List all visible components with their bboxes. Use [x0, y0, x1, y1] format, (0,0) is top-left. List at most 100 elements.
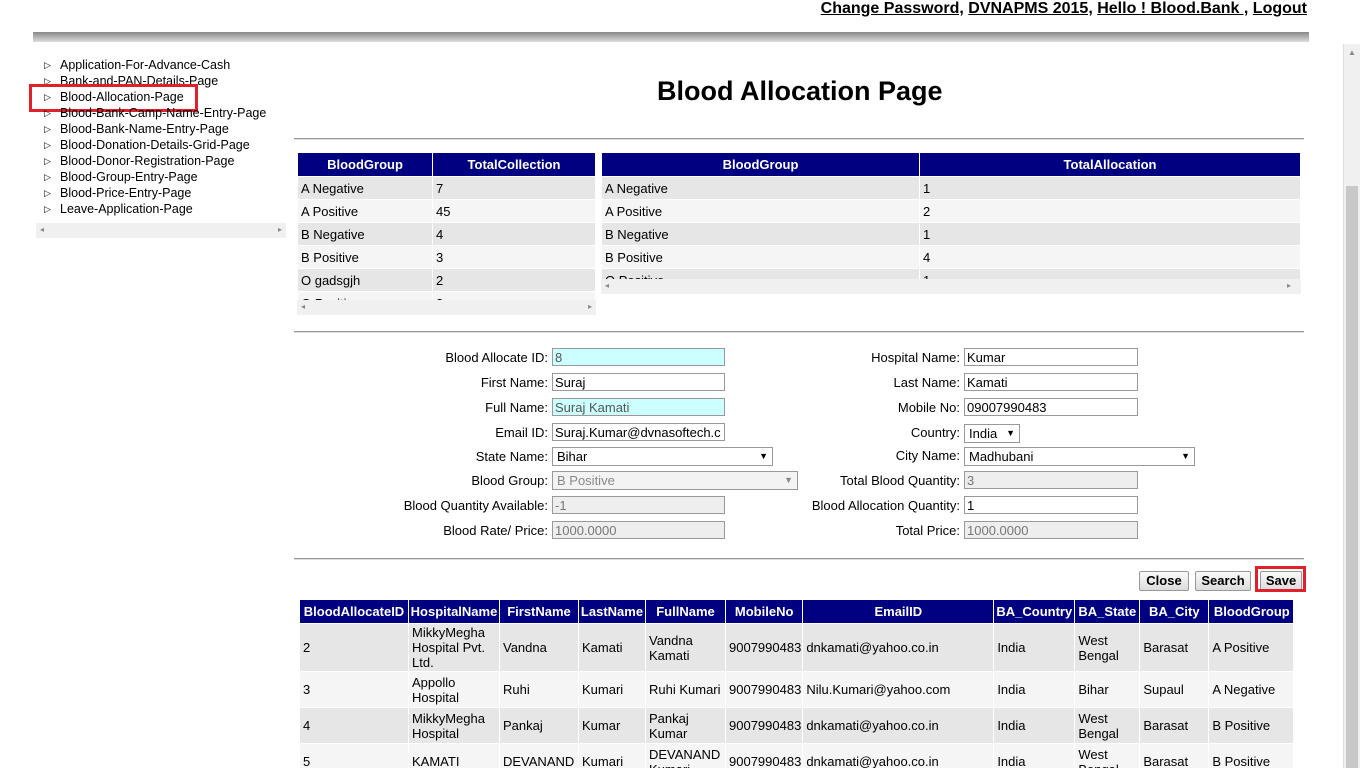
table-row[interactable]: 2 MikkyMegha Hospital Pvt. Ltd. Vandna Kama… — [299, 623, 1293, 672]
expand-triangle-icon: ▷ — [44, 204, 51, 214]
sidebar-item-donation-details[interactable]: ▷ Blood-Donation-Details-Grid-Page — [36, 137, 286, 153]
table-row: A Positive 2 — [601, 199, 1301, 223]
scroll-thumb[interactable] — [1346, 186, 1358, 768]
city-name-select[interactable]: Madhubani ▼ — [964, 447, 1195, 466]
divider — [294, 331, 1304, 333]
page-title: Blood Allocation Page — [657, 76, 943, 106]
first-name-label: First Name: — [480, 375, 548, 390]
table-row: B Negative 1 — [601, 222, 1301, 246]
highlight-box — [1255, 566, 1306, 592]
scroll-left-icon[interactable]: ◂ — [301, 302, 305, 311]
total-blood-qty-input[interactable]: 3 — [964, 471, 1138, 489]
scroll-right-icon[interactable]: ▸ — [1287, 281, 1291, 290]
country-label: Country: — [910, 425, 960, 440]
chevron-down-icon: ▼ — [1181, 451, 1190, 461]
allocation-hscrollbar[interactable]: ◂ ▸ — [601, 279, 1301, 294]
sidebar-item-price-entry[interactable]: ▷ Blood-Price-Entry-Page — [36, 185, 286, 201]
sidebar-item-camp-name[interactable]: ▷ Blood-Bank-Camp-Name-Entry-Page — [36, 105, 286, 121]
sidebar-item-bank-name[interactable]: ▷ Blood-Bank-Name-Entry-Page — [36, 121, 286, 137]
blood-allocate-id-label: Blood Allocate ID: — [445, 350, 548, 365]
app-title-link[interactable]: DVNAPMS 2015, — [968, 0, 1093, 17]
mobile-no-input[interactable]: 09007990483 — [964, 398, 1138, 416]
first-name-input[interactable]: Suraj — [552, 373, 725, 391]
expand-triangle-icon: ▷ — [44, 124, 51, 134]
table-row: B Positive 3 — [297, 245, 596, 269]
state-name-label: State Name: — [475, 449, 548, 464]
expand-triangle-icon: ▷ — [44, 140, 51, 150]
scroll-right-icon[interactable]: ▸ — [278, 225, 282, 234]
total-price-input[interactable]: 1000.0000 — [964, 521, 1138, 539]
column-header[interactable]: FirstName — [499, 599, 579, 624]
column-header[interactable]: BA_State — [1074, 599, 1141, 624]
table-row: A Negative 7 — [297, 176, 596, 200]
column-header[interactable]: TotalAllocation — [919, 152, 1301, 177]
blood-alloc-qty-label: Blood Allocation Quantity: — [811, 498, 960, 513]
hello-user-link[interactable]: Hello ! Blood.Bank , — [1097, 0, 1248, 17]
divider — [294, 558, 1304, 560]
table-row: A Positive 45 — [297, 199, 596, 223]
last-name-label: Last Name: — [893, 375, 960, 390]
scroll-left-icon[interactable]: ◂ — [40, 225, 44, 234]
column-header[interactable]: BA_City — [1139, 599, 1210, 624]
sidebar-item-blood-allocation[interactable]: ▷ Blood-Allocation-Page — [29, 84, 286, 112]
sidebar-item-advance-cash[interactable]: ▷ Application-For-Advance-Cash — [36, 57, 286, 73]
expand-triangle-icon: ▷ — [44, 172, 51, 182]
column-header[interactable]: MobileNo — [724, 599, 804, 624]
sidebar-item-donor-registration[interactable]: ▷ Blood-Donor-Registration-Page — [36, 153, 286, 169]
blood-allocate-id-input[interactable]: 8 — [552, 348, 725, 366]
full-name-input[interactable]: Suraj Kamati — [552, 398, 725, 416]
blood-qty-available-input[interactable]: -1 — [552, 496, 725, 514]
column-header[interactable]: EmailID — [802, 599, 995, 624]
top-links: Change Password, DVNAPMS 2015, Hello ! B… — [821, 0, 1307, 18]
column-header[interactable]: BloodAllocateID — [299, 599, 409, 624]
collection-hscrollbar[interactable]: ◂ ▸ — [297, 300, 596, 315]
search-button[interactable]: Search — [1195, 571, 1251, 591]
column-header[interactable]: BloodGroup — [297, 152, 433, 177]
state-name-select[interactable]: Bihar ▼ — [552, 447, 773, 466]
email-id-input[interactable]: Suraj.Kumar@dvnasoftech.c — [552, 423, 725, 441]
scroll-left-icon[interactable]: ◂ — [605, 281, 609, 290]
last-name-input[interactable]: Kamati — [964, 373, 1138, 391]
total-price-label: Total Price: — [895, 523, 960, 538]
table-row: O gadsgjh 2 — [297, 268, 596, 292]
column-header[interactable]: BA_Country — [993, 599, 1076, 624]
table-row[interactable]: 5KAMATIDEVANANDKumariDEVANAND Kumari9007… — [299, 743, 1293, 768]
mobile-no-label: Mobile No: — [897, 400, 960, 415]
allocation-records-table: BloodAllocateID HospitalName FirstName L… — [299, 599, 1293, 768]
blood-alloc-qty-input[interactable]: 1 — [964, 496, 1138, 514]
sidebar-item-leave-application[interactable]: ▷ Leave-Application-Page — [36, 201, 286, 217]
scroll-up-icon[interactable]: ▲ — [1348, 48, 1356, 57]
table-row[interactable]: 4 MikkyMegha Hospital Pankaj Kumar Pankaj Ku… — [299, 707, 1293, 744]
column-header[interactable]: BloodGroup — [1208, 599, 1293, 624]
column-header[interactable]: LastName — [578, 599, 646, 624]
allocation-table: BloodGroup TotalAllocation A Negative 1 A… — [601, 152, 1301, 292]
column-header[interactable]: TotalCollection — [432, 152, 596, 177]
logout-link[interactable]: Logout — [1253, 0, 1307, 17]
column-header[interactable]: HospitalName — [408, 599, 500, 624]
page-scrollbar[interactable]: ▲ — [1343, 44, 1360, 768]
table-row[interactable]: 3 Appollo Hospital Ruhi Kumari Ruhi Kumari 90… — [299, 671, 1293, 708]
sidebar-item-group-entry[interactable]: ▷ Blood-Group-Entry-Page — [36, 169, 286, 185]
close-button[interactable]: Close — [1139, 571, 1189, 591]
expand-triangle-icon: ▷ — [44, 188, 51, 198]
blood-group-label: Blood Group: — [471, 473, 548, 488]
table-row: B Positive 4 — [601, 245, 1301, 269]
city-name-label: City Name: — [895, 448, 960, 463]
hospital-name-label: Hospital Name: — [871, 350, 960, 365]
column-header[interactable]: FullName — [645, 599, 726, 624]
collection-table: BloodGroup TotalCollection A Negative 7 A… — [297, 152, 596, 315]
blood-rate-label: Blood Rate/ Price: — [443, 523, 548, 538]
expand-triangle-icon: ▷ — [44, 156, 51, 166]
change-password-link[interactable]: Change Password, — [821, 0, 964, 17]
full-name-label: Full Name: — [485, 400, 548, 415]
table-row: B Negative 4 — [297, 222, 596, 246]
blood-rate-input[interactable]: 1000.0000 — [552, 521, 725, 539]
country-select[interactable]: India ▼ — [964, 424, 1020, 443]
scroll-right-icon[interactable]: ▸ — [588, 302, 592, 311]
hospital-name-input[interactable]: Kumar — [964, 348, 1138, 366]
column-header[interactable]: BloodGroup — [601, 152, 920, 177]
chevron-down-icon: ▼ — [1006, 428, 1015, 438]
sidebar-hscrollbar[interactable]: ◂ ▸ — [36, 223, 286, 238]
total-blood-qty-label: Total Blood Quantity: — [840, 473, 960, 488]
blood-qty-available-label: Blood Quantity Available: — [403, 498, 548, 513]
